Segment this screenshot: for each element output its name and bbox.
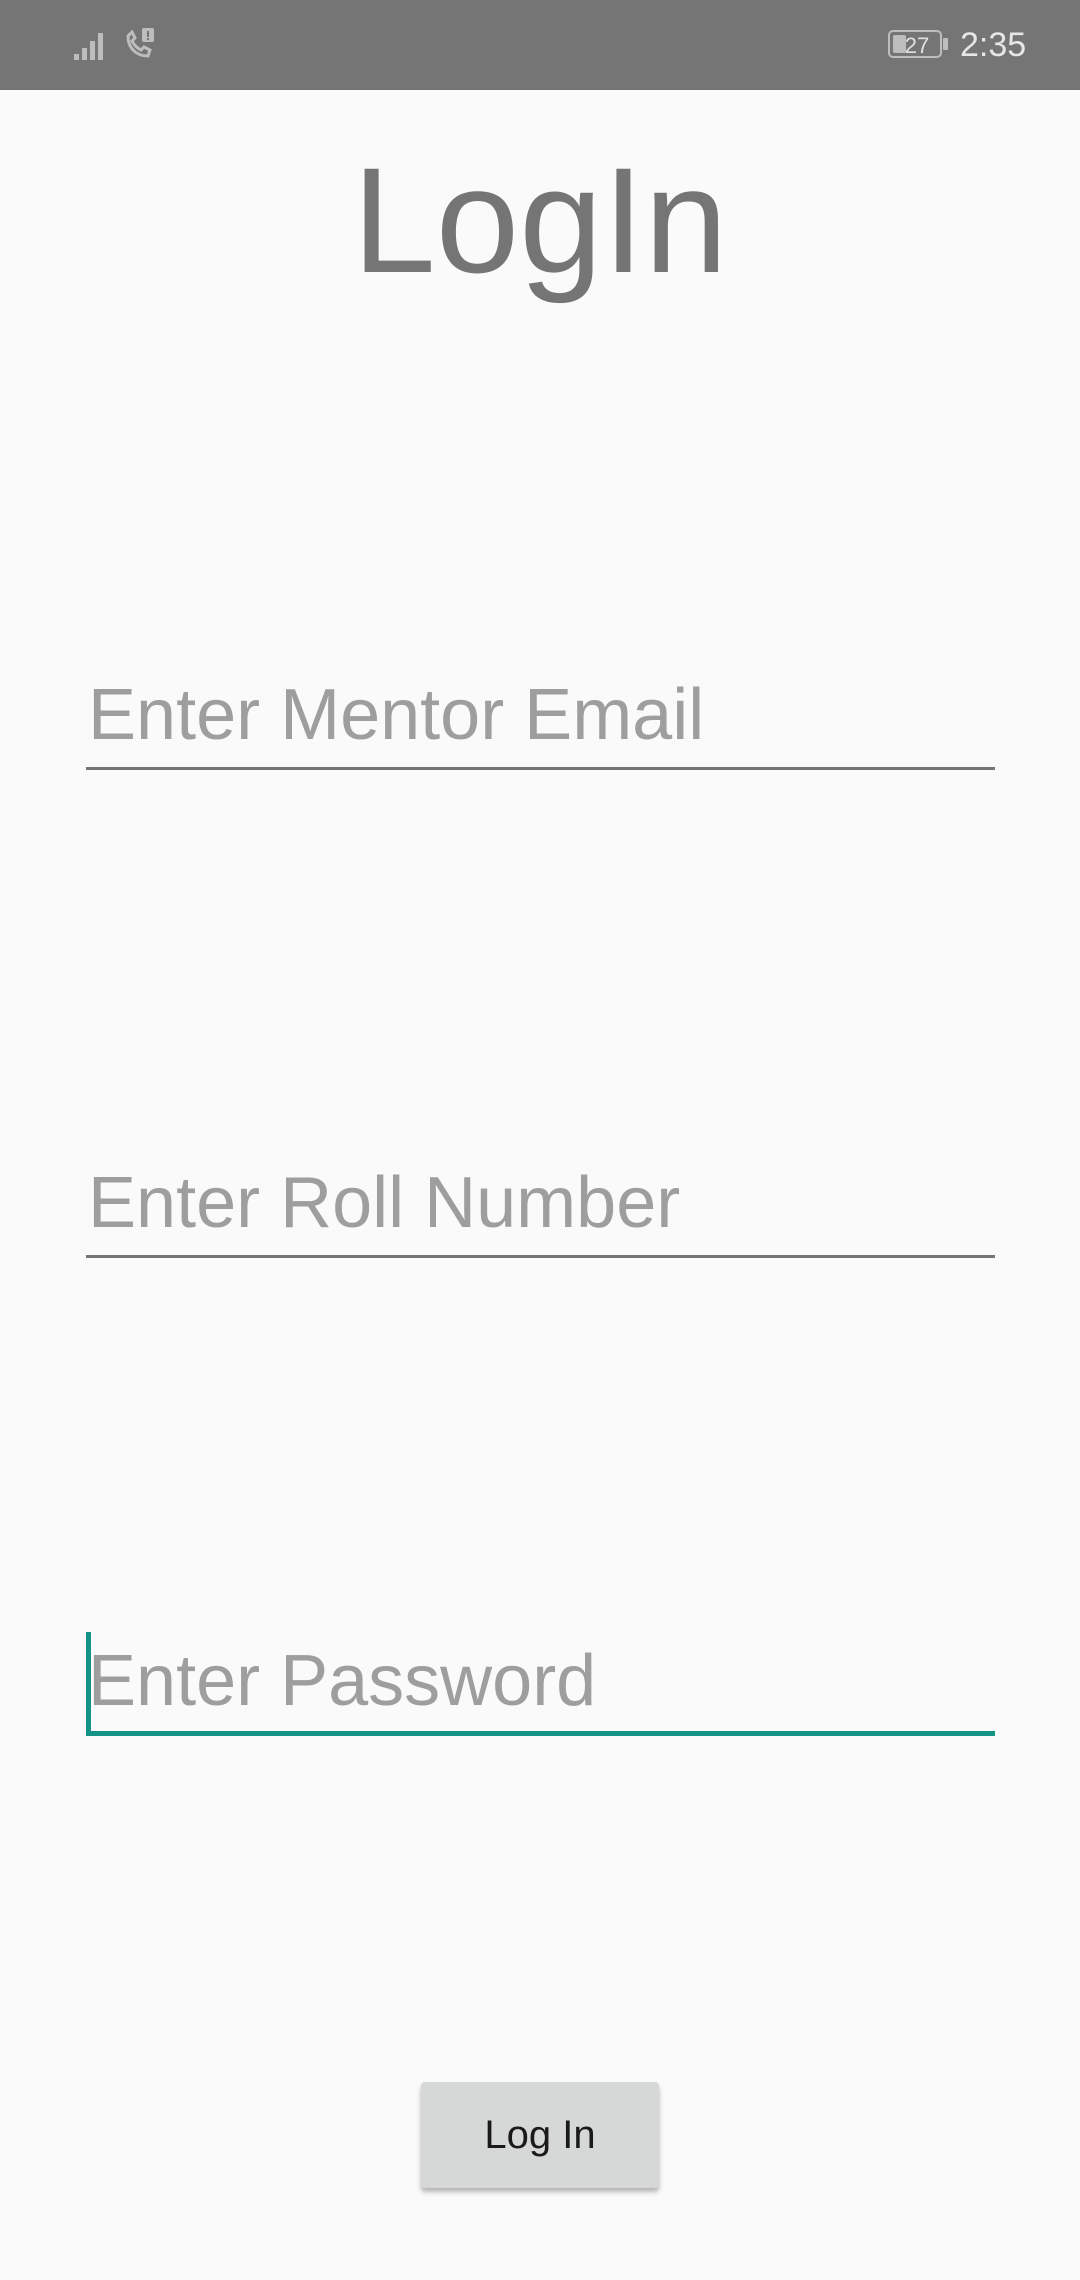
status-time: 2:35: [960, 26, 1027, 64]
battery-level: 27: [904, 33, 930, 58]
battery-cap: [943, 38, 948, 50]
login-button[interactable]: Log In: [421, 2082, 659, 2188]
password-input[interactable]: [86, 1626, 995, 1736]
email-underline: [86, 767, 995, 770]
email-input[interactable]: [86, 660, 995, 770]
battery-body: 27: [888, 30, 942, 58]
page-title: LogIn: [352, 136, 728, 304]
signal-icon: [74, 33, 103, 60]
roll-number-input[interactable]: [86, 1148, 995, 1258]
roll-number-field[interactable]: [86, 1148, 995, 1258]
password-underline: [86, 1731, 995, 1736]
text-cursor: [86, 1632, 91, 1732]
email-field[interactable]: [86, 660, 995, 770]
status-bar: 27 2:35: [0, 0, 1080, 90]
battery-icon: 27: [888, 30, 950, 60]
call-icon: [126, 28, 154, 58]
roll-number-underline: [86, 1255, 995, 1258]
password-field[interactable]: [86, 1626, 995, 1736]
